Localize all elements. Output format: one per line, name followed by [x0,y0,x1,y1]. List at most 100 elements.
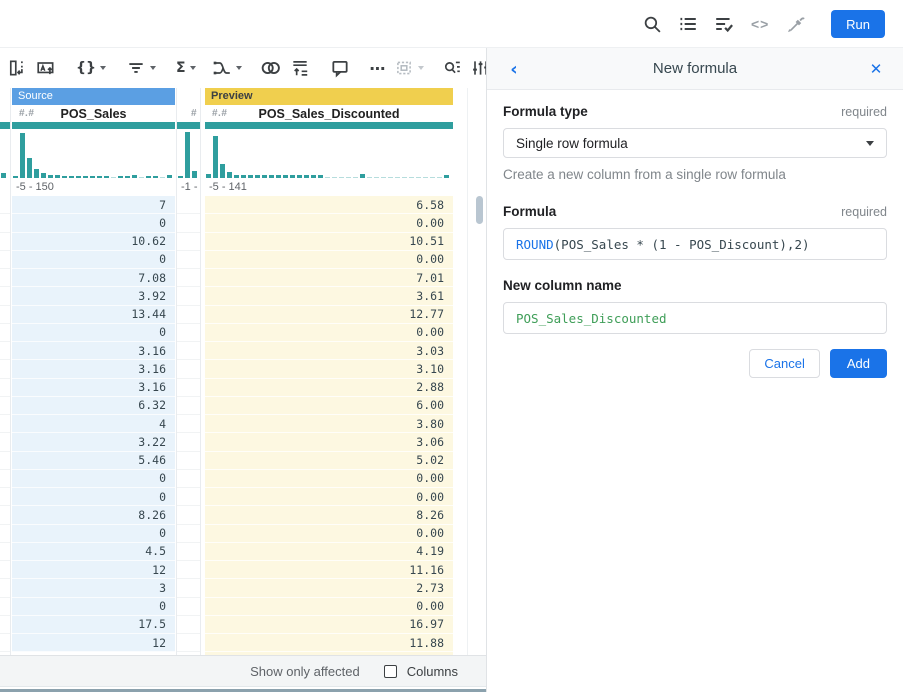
quality-bar[interactable] [0,122,10,129]
hist-bar[interactable] [430,177,435,178]
quality-bar[interactable] [205,122,453,129]
source-cell[interactable]: 12 [12,561,175,579]
mid-cell[interactable] [177,561,200,579]
hist-bar[interactable] [360,174,365,178]
hist-bar[interactable] [353,177,358,178]
find-replace-icon[interactable] [438,56,466,80]
source-cell[interactable]: 13.44 [12,306,175,324]
hist-bar[interactable] [13,176,18,178]
source-cell[interactable]: 7 [12,196,175,214]
hist-bar[interactable] [192,171,197,178]
braces-extract-icon[interactable]: {} [72,58,110,78]
mid-cell[interactable] [177,233,200,251]
hist-bar[interactable] [311,175,316,178]
formula-type-select[interactable]: Single row formula [503,128,887,158]
preview-cell[interactable]: 0.00 [205,324,453,342]
mid-cell[interactable] [177,379,200,397]
source-cell[interactable]: 0 [12,525,175,543]
hist-bar[interactable] [444,175,449,178]
sliver-cell[interactable] [0,525,10,543]
filter-rows-icon[interactable] [122,56,160,80]
hist-bar[interactable] [437,177,442,178]
sliver-cell[interactable] [0,452,10,470]
preview-cell[interactable]: 3.06 [205,433,453,451]
back-chevron-icon[interactable]: ‹ [503,58,525,80]
source-cell[interactable]: 10.62 [12,233,175,251]
preview-cell[interactable]: 0.00 [205,598,453,616]
sliver-cell[interactable] [0,379,10,397]
preview-hist[interactable] [205,129,453,178]
hist-bar[interactable] [248,175,253,178]
sliver-cell[interactable] [0,324,10,342]
mid-cell[interactable] [177,196,200,214]
hist-bar[interactable] [41,173,46,178]
mid-cell[interactable] [177,579,200,597]
column-header[interactable]: #.# POS_Sales [12,105,175,122]
transpose-icon[interactable] [4,56,32,80]
hist-bar[interactable] [185,132,190,178]
sliver-cell[interactable] [0,543,10,561]
source-cell[interactable]: 4.5 [12,543,175,561]
mid-cell[interactable] [177,415,200,433]
sliver-cell[interactable] [0,342,10,360]
preview-cell[interactable]: 12.77 [205,306,453,324]
preview-cell[interactable]: 5.02 [205,452,453,470]
hist-bar[interactable] [395,177,400,178]
hist-bar[interactable] [255,175,260,178]
preview-cell[interactable]: 0.00 [205,470,453,488]
hist-bar[interactable] [283,175,288,178]
hist-bar[interactable] [48,175,53,178]
source-cell[interactable]: 6.32 [12,397,175,415]
mid-cell[interactable] [177,306,200,324]
hist-bar[interactable] [160,177,165,178]
sliver-cell[interactable] [0,415,10,433]
source-cell[interactable]: 3.16 [12,342,175,360]
source-cell[interactable]: 8.26 [12,506,175,524]
mid-cell[interactable] [177,452,200,470]
hist-bar[interactable] [118,176,123,178]
preview-cell[interactable]: 0.00 [205,214,453,232]
preview-cell[interactable]: 3.03 [205,342,453,360]
run-button[interactable]: Run [831,10,885,38]
append-rows-icon[interactable] [286,56,314,80]
column-header[interactable]: #.# POS_Sales_Discounted [205,105,453,122]
hist-bar[interactable] [318,175,323,178]
hist-bar[interactable] [97,176,102,178]
sliver-cell[interactable] [0,269,10,287]
preview-cell[interactable]: 10.51 [205,233,453,251]
sliver-cell[interactable] [0,397,10,415]
hist-bar[interactable] [346,177,351,178]
hist-bar[interactable] [234,175,239,178]
mid-cell[interactable] [177,525,200,543]
hist-bar[interactable] [27,158,32,178]
preview-cell[interactable]: 2.73 [205,579,453,597]
mid-cell[interactable] [177,470,200,488]
list-icon[interactable] [677,13,699,35]
sliver-cell[interactable] [0,251,10,269]
mid-cell[interactable] [177,360,200,378]
preview-cell[interactable]: 2.88 [205,379,453,397]
source-cell[interactable]: 0 [12,324,175,342]
mid-cell[interactable] [177,397,200,415]
hist-bar[interactable] [20,133,25,178]
rename-column-icon[interactable] [32,56,60,80]
quality-bar[interactable] [177,122,200,129]
mid-cell[interactable] [177,269,200,287]
source-cell[interactable]: 0 [12,251,175,269]
source-cell[interactable]: 0 [12,214,175,232]
source-cell[interactable]: 3.16 [12,360,175,378]
hist-bar[interactable] [76,176,81,178]
sliver-cell[interactable] [0,306,10,324]
hist-bar[interactable] [269,175,274,178]
mid-cell[interactable] [177,488,200,506]
hist-bar[interactable] [227,172,232,178]
mid-cell[interactable] [177,616,200,634]
hist-bar[interactable] [83,176,88,178]
mid-hist[interactable] [177,129,200,178]
hist-bar[interactable] [69,176,74,178]
hist-bar[interactable] [206,174,211,178]
hist-bar[interactable] [416,177,421,178]
cancel-button[interactable]: Cancel [749,349,819,378]
list-check-icon[interactable] [713,13,735,35]
hist-bar[interactable] [374,177,379,178]
